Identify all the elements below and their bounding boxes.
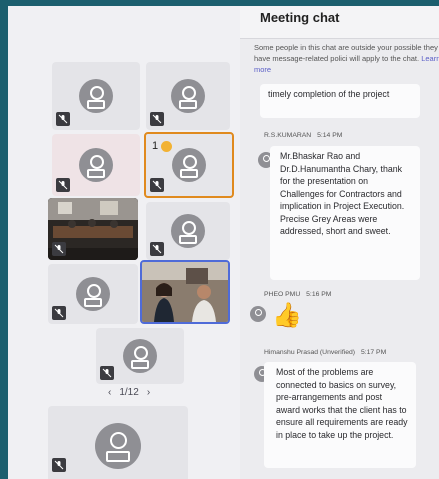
message-sender: PHEO PMU bbox=[264, 291, 301, 298]
chat-header: Meeting chat bbox=[240, 6, 439, 39]
chat-message: Most of the problems are connected to ba… bbox=[264, 362, 416, 468]
chat-message: timely completion of the project bbox=[260, 84, 420, 118]
chat-title: Meeting chat bbox=[260, 10, 340, 25]
participants-video bbox=[142, 262, 228, 322]
avatar-icon bbox=[171, 79, 205, 113]
raised-hand-count: 1 bbox=[152, 140, 159, 152]
avatar-icon bbox=[172, 148, 206, 182]
message-meta: R.S.KUMARAN 5:14 PM bbox=[264, 132, 342, 139]
mic-muted-icon bbox=[56, 112, 70, 126]
mic-muted-icon bbox=[150, 178, 164, 192]
message-meta: Himanshu Prasad (Unverified) 5:17 PM bbox=[264, 349, 386, 356]
avatar-icon bbox=[123, 339, 157, 373]
participant-tile[interactable] bbox=[52, 62, 140, 130]
thumbs-up-reaction: 👍 bbox=[272, 302, 302, 329]
mic-muted-icon bbox=[52, 458, 66, 472]
message-text: timely completion of the project bbox=[268, 89, 390, 99]
mic-muted-icon bbox=[150, 112, 164, 126]
external-participants-notice: Some people in this chat are outside you… bbox=[254, 42, 439, 75]
avatar-icon bbox=[171, 214, 205, 248]
participant-video-tile-pinned[interactable] bbox=[140, 260, 230, 324]
chat-message: Mr.Bhaskar Rao and Dr.D.Hanumantha Chary… bbox=[270, 146, 420, 280]
participant-tile[interactable] bbox=[52, 134, 140, 196]
participant-video-tile[interactable] bbox=[48, 198, 138, 260]
message-text: Most of the problems are connected to ba… bbox=[276, 367, 408, 440]
message-time: 5:14 PM bbox=[317, 132, 343, 139]
avatar-icon bbox=[76, 277, 110, 311]
previous-page-button[interactable]: ‹ bbox=[108, 387, 111, 398]
avatar-icon bbox=[95, 423, 141, 469]
meeting-chat-panel: Meeting chat Some people in this chat ar… bbox=[240, 6, 439, 479]
mic-muted-icon bbox=[52, 306, 66, 320]
message-sender: R.S.KUMARAN bbox=[264, 132, 312, 139]
page-indicator: 1/12 bbox=[119, 387, 139, 398]
participant-tile[interactable] bbox=[96, 328, 184, 384]
avatar-icon bbox=[79, 148, 113, 182]
participant-tile[interactable] bbox=[146, 62, 230, 130]
message-time: 5:17 PM bbox=[360, 349, 387, 356]
message-text: Mr.Bhaskar Rao and Dr.D.Hanumantha Chary… bbox=[280, 151, 405, 236]
message-meta: PHEO PMU 5:16 PM bbox=[264, 291, 331, 298]
raised-hand-icon bbox=[161, 140, 173, 152]
notice-text: Some people in this chat are outside you… bbox=[254, 43, 438, 63]
raised-hand-indicator: 1 bbox=[152, 140, 173, 152]
participant-tile-raised-hand[interactable]: 1 bbox=[144, 132, 234, 198]
gallery-pager: ‹ 1/12 › bbox=[108, 387, 150, 398]
mic-muted-icon bbox=[100, 366, 114, 380]
participant-gallery: 1 ‹ 1/12 › bbox=[8, 6, 240, 479]
next-page-button[interactable]: › bbox=[147, 387, 150, 398]
message-sender: Himanshu Prasad (Unverified) bbox=[264, 349, 356, 356]
mic-muted-icon bbox=[150, 242, 164, 256]
message-time: 5:16 PM bbox=[306, 291, 332, 298]
mic-muted-icon bbox=[56, 178, 70, 192]
participant-tile[interactable] bbox=[146, 202, 230, 260]
mic-muted-icon bbox=[52, 242, 66, 256]
sender-avatar-icon bbox=[250, 306, 266, 322]
teams-window: 1 ‹ 1/12 › Meeting chat Some people in t… bbox=[8, 6, 439, 479]
avatar-icon bbox=[79, 79, 113, 113]
participant-tile[interactable] bbox=[48, 406, 188, 479]
participant-tile[interactable] bbox=[48, 264, 138, 324]
